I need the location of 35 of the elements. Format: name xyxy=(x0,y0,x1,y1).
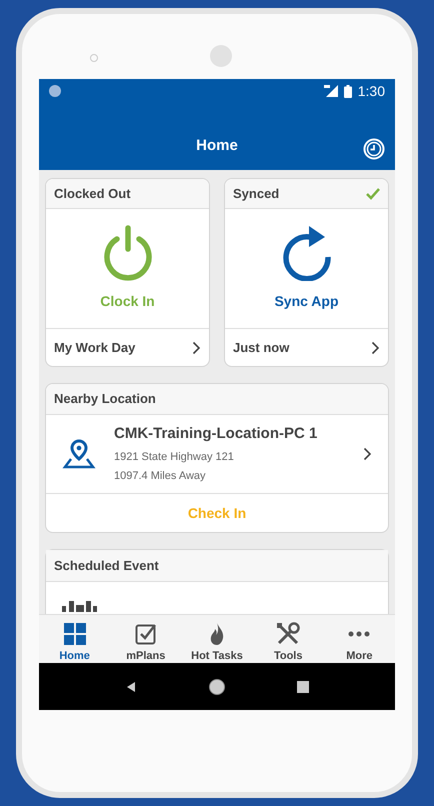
flame-icon xyxy=(210,623,224,645)
home-circle-icon[interactable] xyxy=(208,678,226,696)
recents-icon[interactable] xyxy=(297,680,310,692)
speaker-icon xyxy=(210,45,232,67)
location-distance: 1097.4 Miles Away xyxy=(114,469,207,484)
nav-tab[interactable]: More xyxy=(324,615,395,663)
card-header: Scheduled Event xyxy=(54,556,159,575)
nav-tab[interactable]: Hot Tasks xyxy=(181,615,253,663)
chevron-right-icon xyxy=(371,340,380,354)
card-header: Nearby Location xyxy=(54,390,156,408)
status-time: 1:30 xyxy=(358,82,385,100)
nav-tab[interactable]: Tools xyxy=(252,615,324,663)
card-footer-link[interactable]: Just now xyxy=(233,338,290,358)
more-icon xyxy=(348,631,370,637)
tools-icon xyxy=(276,622,300,646)
clock-history-icon[interactable] xyxy=(363,138,385,160)
screen-title: Home xyxy=(196,137,238,154)
nav-tab[interactable]: mPlans xyxy=(110,615,182,663)
battery-icon xyxy=(344,84,352,98)
card-header: Synced xyxy=(233,184,280,203)
back-icon[interactable] xyxy=(124,680,137,692)
chevron-right-icon xyxy=(363,447,372,461)
signal-icon xyxy=(324,85,338,97)
location-name: CMK-Training-Location-PC 1 xyxy=(114,424,318,444)
grid-icon xyxy=(64,623,86,645)
location-row[interactable]: CMK-Training-Location-PC 1 1921 State Highway 121 1097.4 Miles Away xyxy=(46,415,388,494)
camera-icon xyxy=(90,54,98,62)
map-pin-icon xyxy=(62,439,96,469)
location-address: 1921 State Highway 121 xyxy=(114,450,235,465)
tile-action-link[interactable]: Sync App xyxy=(274,291,339,312)
card-footer-link[interactable]: My Work Day xyxy=(54,338,136,358)
nav-tab[interactable]: Home xyxy=(39,615,110,663)
checkbox-icon xyxy=(134,623,157,645)
chevron-right-icon xyxy=(192,340,201,354)
card-header: Clocked Out xyxy=(54,184,131,203)
